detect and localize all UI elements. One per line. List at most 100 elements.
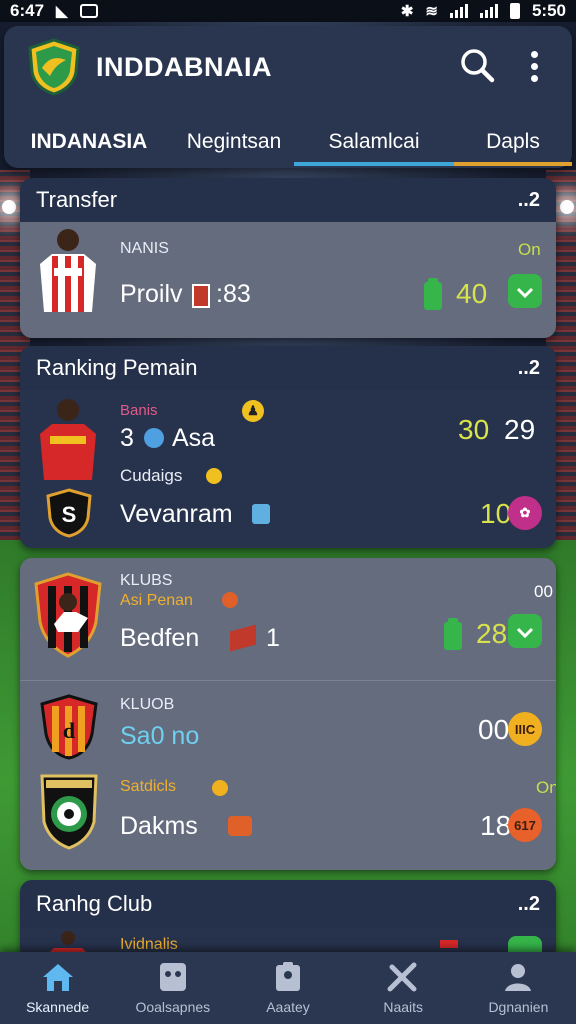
list-item[interactable]: S Vevanram 10 ✿ (20, 482, 556, 548)
nav-item-3[interactable]: Aaatey (230, 952, 345, 1024)
card-more-button[interactable]: ..2 (518, 189, 540, 212)
club-flag-icon (192, 284, 210, 308)
search-button[interactable] (458, 46, 498, 86)
shirt-icon (228, 816, 252, 836)
tab-bar: INDANASIA Negintsan Salamlcai Dapls (4, 118, 572, 166)
club-sub-label: Satdicls (120, 778, 177, 795)
ball-icon (144, 428, 164, 448)
nav-item-5[interactable]: Dgnanien (461, 952, 576, 1024)
nav-item-4[interactable]: Naaits (346, 952, 461, 1024)
transfer-card: Transfer ..2 NANIS Proilv :83 On 40 (20, 178, 556, 338)
app-logo (28, 38, 80, 96)
bag-icon (252, 504, 270, 524)
floodlight (2, 200, 16, 214)
tab-label: Negintsan (186, 130, 282, 153)
status-time-left: 6:47 (10, 1, 45, 20)
list-item[interactable]: Satdicls Dakms On 18 617 (20, 772, 556, 870)
player-stat-1: 30 (458, 414, 490, 445)
club-name: Bedfen (120, 624, 200, 652)
club-sub-label: Asi Penan (120, 592, 193, 609)
svg-text:S: S (62, 502, 77, 527)
club-label: KLUOB (120, 696, 175, 713)
player-action-button[interactable]: ✿ (508, 496, 542, 530)
overflow-menu-button[interactable] (516, 46, 552, 86)
confirm-button[interactable] (508, 274, 542, 308)
check-icon (516, 627, 534, 639)
medal-icon: ♟ (242, 400, 264, 422)
ghost-icon (156, 961, 190, 993)
club-crest (40, 774, 98, 850)
tab-salamlcai[interactable]: Salamlcai (294, 118, 454, 166)
tab-indicator (454, 162, 572, 166)
device-icon (444, 618, 462, 650)
card-title: Transfer (36, 187, 118, 212)
nav-item-2[interactable]: Ooalsapnes (115, 952, 230, 1024)
club-crest: d (40, 694, 98, 760)
tab-dapls[interactable]: Dapls (454, 118, 572, 166)
clipboard-icon (271, 961, 305, 993)
club-value: 18 (480, 810, 512, 841)
nav-label: Aaatey (266, 999, 310, 1015)
home-icon (41, 961, 75, 993)
club-action-button[interactable]: 617 (508, 808, 542, 842)
club-status: On (536, 778, 556, 797)
list-item[interactable]: d KLUOB Sa0 no 00 IIIC (20, 682, 556, 772)
tab-label: Salamlcai (328, 130, 420, 153)
status-bar: 6:47 ◣ ✱ ≋ 5:50 (0, 0, 576, 22)
club-list-card: KLUBS Asi Penan Bedfen 1 00 28 d KLUOB S… (20, 558, 556, 870)
transfer-card-header: Transfer ..2 (20, 178, 556, 222)
list-item[interactable]: Banis ♟ 3 Asa 30 29 Cudaigs (20, 390, 556, 485)
transfer-detail-number: :83 (216, 280, 251, 308)
player-stat-2: 29 (504, 414, 536, 445)
player-avatar (40, 229, 96, 312)
tab-negintsan[interactable]: Negintsan (174, 118, 294, 166)
card-more-button[interactable]: ..2 (518, 357, 540, 380)
card-title: Ranking Pemain (36, 355, 198, 380)
divider (20, 680, 556, 681)
card-title: Ranhg Club (36, 891, 153, 916)
nav-label: Ooalsapnes (135, 999, 211, 1015)
tab-label: INDANASIA (30, 130, 148, 153)
battery-icon (509, 3, 520, 19)
ranking-player-header: Ranking Pemain ..2 (20, 346, 556, 390)
club-rank: 1 (266, 624, 280, 652)
status-time-right: 5:50 (531, 1, 566, 20)
club-list: KLUBS Asi Penan Bedfen 1 00 28 d KLUOB S… (20, 558, 556, 870)
transfer-detail: Proilv (120, 280, 183, 308)
confirm-button[interactable] (508, 614, 542, 648)
club-value: 28 (476, 618, 508, 649)
club-crest (34, 572, 102, 658)
player-name-2: Asa (172, 424, 216, 452)
player-tag: Banis (120, 402, 158, 419)
club-name: Sa0 no (120, 722, 200, 750)
player-avatar (40, 399, 96, 480)
card-more-button[interactable]: ..2 (518, 893, 540, 916)
club-value: 00 (478, 714, 510, 745)
user-icon (501, 961, 535, 993)
floodlight (560, 200, 574, 214)
ranking-club-card: Ranhg Club ..2 Ividnalis (20, 880, 556, 960)
club-action-button[interactable]: IIIC (508, 712, 542, 746)
nav-item-home[interactable]: Skannede (0, 952, 115, 1024)
check-icon (516, 287, 534, 299)
list-item[interactable]: KLUBS Asi Penan Bedfen 1 00 28 (20, 558, 556, 680)
club-status: 00 (534, 582, 553, 601)
ranking-club-header: Ranhg Club ..2 (20, 880, 556, 928)
ranking-player-card: Ranking Pemain ..2 Banis ♟ 3 Asa 30 29 C… (20, 346, 556, 548)
device-icon (424, 278, 442, 310)
notification-icon: ◣ (56, 3, 68, 20)
app-header: INDDABNAIA INDANASIA Negintsan Salamlcai… (4, 26, 572, 168)
player-label: NANIS (120, 240, 169, 257)
club-action-label: 617 (514, 817, 536, 833)
trophy-icon: ✿ (519, 505, 531, 520)
transfer-row[interactable]: NANIS Proilv :83 On 40 (20, 222, 556, 338)
flag-icon (440, 940, 458, 948)
tab-label: Dapls (486, 130, 540, 153)
bottom-navigation: Skannede Ooalsapnes Aaatey Naaits Dgnani… (0, 952, 576, 1024)
wifi-icon: ≋ (425, 3, 438, 20)
tab-indanasia[interactable]: INDANASIA (4, 118, 174, 166)
bluetooth-icon: ✱ (400, 3, 414, 20)
nav-label: Dgnanien (488, 999, 549, 1015)
signal-icon (449, 4, 468, 18)
coin-icon (212, 780, 228, 796)
